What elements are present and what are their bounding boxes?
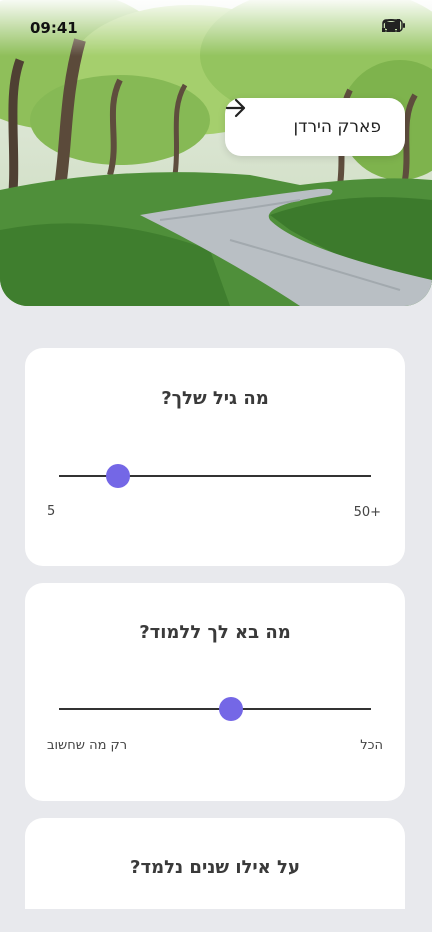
status-bar: 09:41 bbox=[0, 0, 432, 56]
learning-slider-track[interactable] bbox=[59, 708, 371, 710]
learning-min-label: רק מה שחשוב bbox=[47, 738, 128, 753]
years-question-title: על אילו שנים נלמד? bbox=[130, 857, 300, 878]
learning-slider-thumb[interactable] bbox=[218, 697, 243, 721]
age-max-label: 50+ bbox=[353, 505, 381, 520]
status-time: 09:41 bbox=[30, 19, 78, 37]
age-question-title: מה גיל שלך? bbox=[161, 388, 269, 409]
age-min-label: 5 bbox=[47, 504, 56, 519]
years-question-card: על אילו שנים נלמד? bbox=[25, 818, 405, 909]
learning-max-label: הכל bbox=[360, 738, 383, 753]
age-slider-thumb[interactable] bbox=[106, 464, 131, 488]
hero-image: 09:41 פארק הירדן bbox=[0, 0, 432, 306]
age-question-card: מה גיל שלך? 5 50+ bbox=[25, 348, 405, 566]
learning-question-title: מה בא לך ללמוד? bbox=[139, 622, 291, 643]
place-name: פארק הירדן bbox=[293, 117, 381, 137]
place-back-button[interactable]: פארק הירדן bbox=[225, 98, 405, 156]
learning-question-card: מה בא לך ללמוד? רק מה שחשוב הכל bbox=[25, 583, 405, 801]
